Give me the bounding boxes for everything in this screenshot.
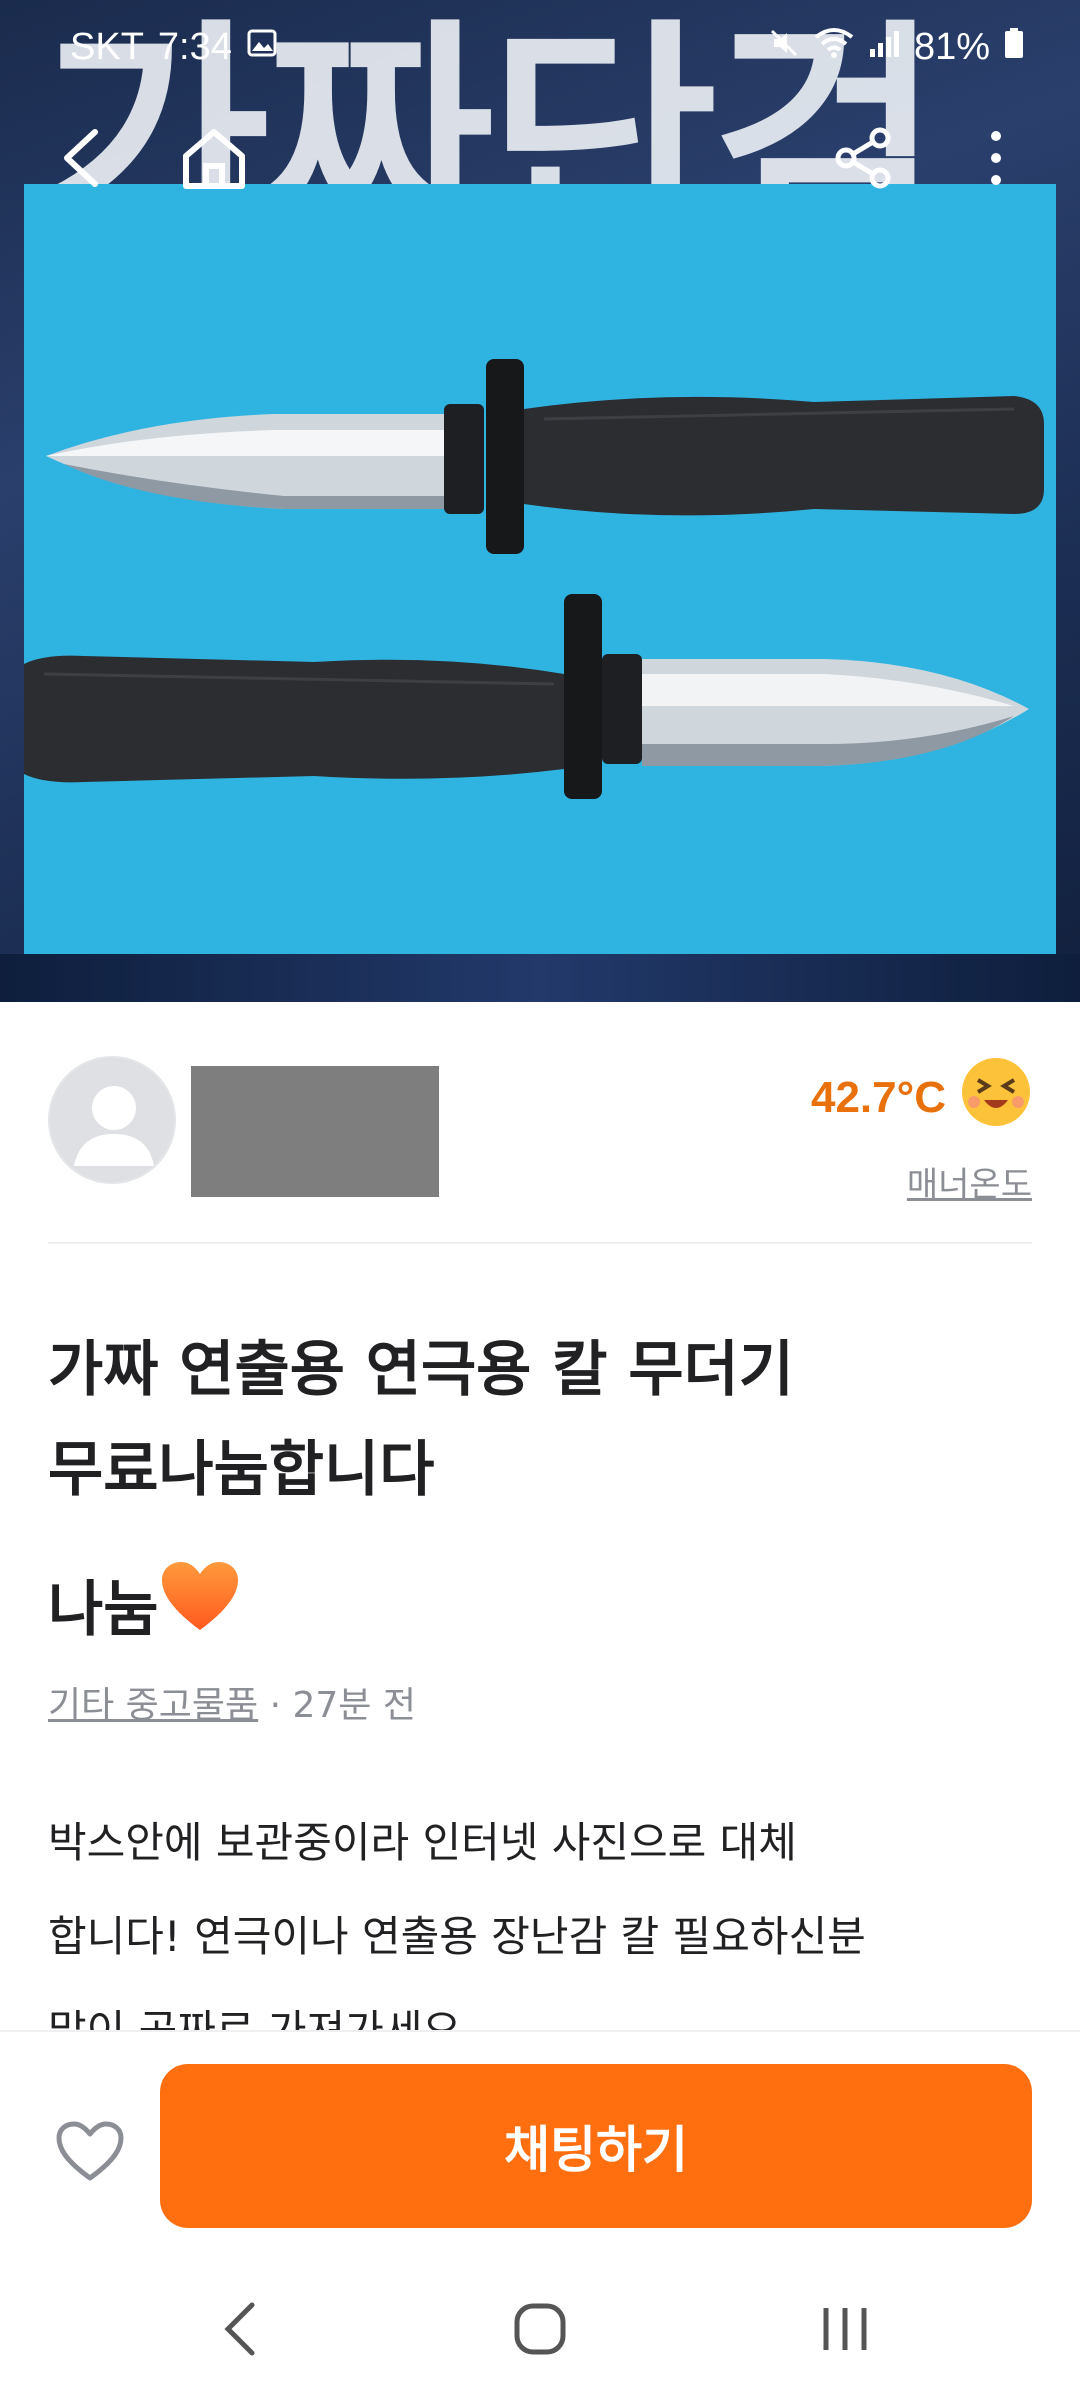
home-icon[interactable] xyxy=(172,116,256,200)
price-label: 나눔 xyxy=(48,1575,159,1645)
description-line: 박스안에 보관중이라 인터넷 사진으로 대체 xyxy=(48,1818,797,1867)
system-home-icon[interactable] xyxy=(495,2294,585,2364)
seller-name-redacted xyxy=(191,1066,439,1197)
hero-background-strip xyxy=(0,954,1080,1002)
post-title-line: 가짜 연출용 연극용 칼 무더기 xyxy=(48,1335,794,1405)
status-bar: SKT 7:34 81% xyxy=(0,18,1080,78)
battery-percent: 81% xyxy=(913,26,990,68)
system-navigation-bar xyxy=(0,2254,1080,2400)
grinning-squint-emoji-icon xyxy=(960,1056,1032,1139)
seller-profile[interactable]: 42.7°C 매너온도 xyxy=(48,1056,1032,1206)
gallery-notification-icon xyxy=(246,26,278,69)
system-recents-icon[interactable] xyxy=(800,2294,890,2364)
chat-button[interactable]: 채팅하기 xyxy=(160,2064,1032,2228)
orange-heart-emoji-icon xyxy=(160,1560,240,1649)
heart-outline-icon xyxy=(56,2121,124,2181)
back-arrow-icon[interactable] xyxy=(38,116,122,200)
product-photo xyxy=(24,184,1056,954)
clock: 7:34 xyxy=(157,26,232,68)
avatar[interactable] xyxy=(48,1056,176,1184)
signal-icon xyxy=(868,26,900,69)
product-image[interactable]: 가짜단검 xyxy=(0,0,1080,1002)
knives-illustration xyxy=(24,359,1044,799)
battery-icon xyxy=(1004,26,1024,69)
like-button[interactable] xyxy=(50,2112,130,2192)
manner-temperature[interactable]: 42.7°C 매너온도 xyxy=(811,1056,1032,1206)
more-vertical-icon[interactable] xyxy=(954,116,1038,200)
avatar-placeholder-icon xyxy=(74,1086,154,1166)
post-meta: 기타 중고물품 · 27분 전 xyxy=(48,1676,416,1728)
price: 나눔 xyxy=(48,1560,240,1649)
bottom-action-bar: 채팅하기 xyxy=(0,2030,1080,2230)
mute-icon xyxy=(768,26,800,69)
post-title-line: 무료나눔합니다 xyxy=(48,1435,435,1505)
category-link[interactable]: 기타 중고물품 xyxy=(48,1685,258,1726)
post-title: 가짜 연출용 연극용 칼 무더기 무료나눔합니다 xyxy=(48,1320,1008,1520)
system-back-icon[interactable] xyxy=(195,2294,285,2364)
knife-top xyxy=(46,359,1044,554)
temperature-value: 42.7°C xyxy=(810,1072,946,1122)
share-icon[interactable] xyxy=(822,116,906,200)
description-line: 합니다! 연극이나 연출용 장난감 칼 필요하신분 xyxy=(48,1912,866,1961)
profile-divider xyxy=(48,1242,1032,1244)
knife-bottom xyxy=(24,594,1029,799)
wifi-icon xyxy=(814,26,854,69)
manner-label[interactable]: 매너온도 xyxy=(811,1157,1032,1206)
carrier-label: SKT xyxy=(70,26,144,68)
posted-time: · 27분 전 xyxy=(258,1685,416,1726)
